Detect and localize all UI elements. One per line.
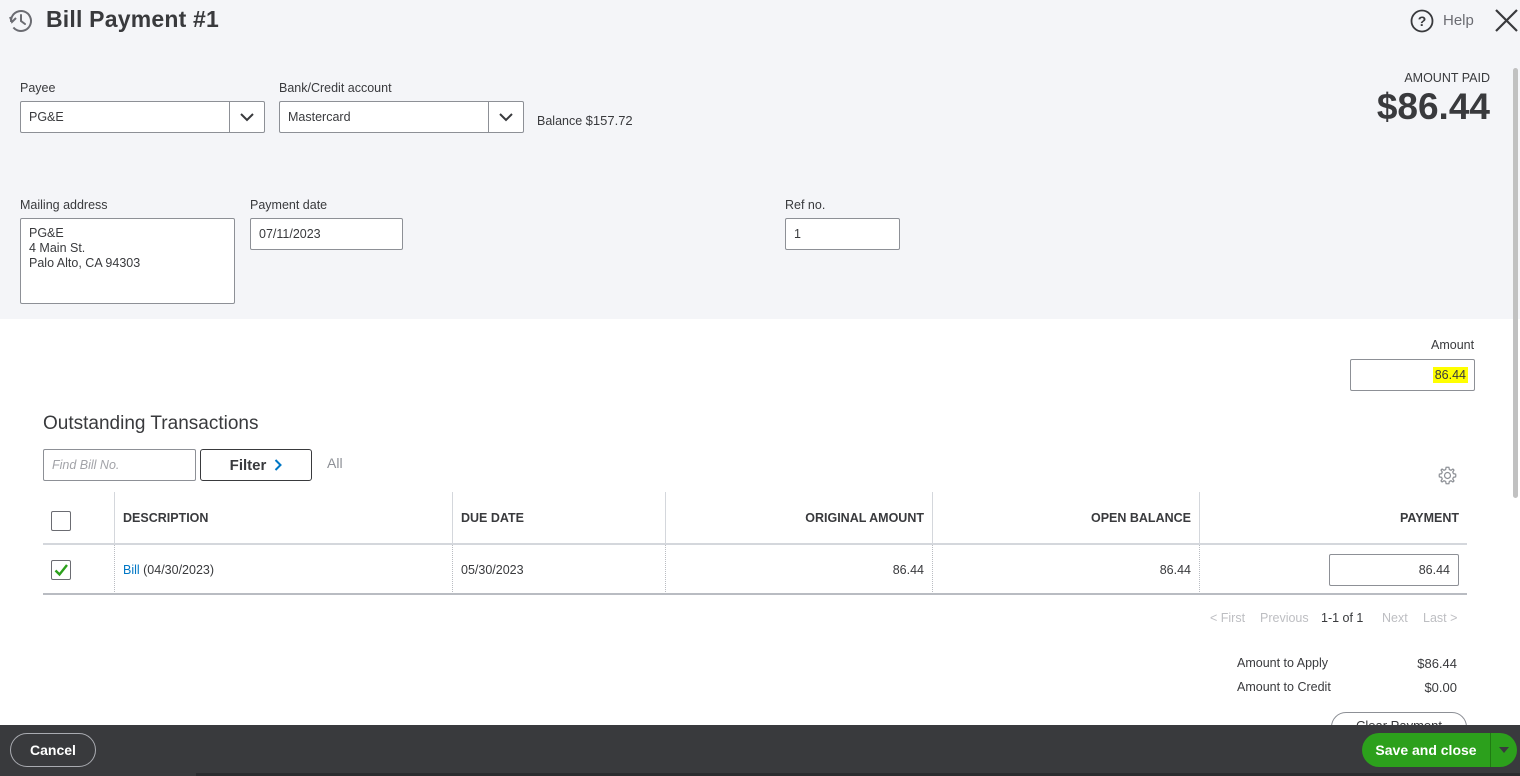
save-options-dropdown[interactable] bbox=[1491, 747, 1517, 753]
question-circle-icon[interactable]: ? bbox=[1410, 9, 1434, 33]
gear-icon[interactable] bbox=[1437, 465, 1458, 486]
amount-label: Amount bbox=[1431, 338, 1475, 352]
ref-no-label: Ref no. bbox=[785, 198, 826, 212]
column-divider bbox=[665, 492, 666, 545]
column-header-original-amount[interactable]: ORIGINAL AMOUNT bbox=[805, 492, 924, 544]
pager-range: 1-1 of 1 bbox=[1321, 611, 1364, 625]
column-header-payment[interactable]: PAYMENT bbox=[1400, 492, 1459, 544]
close-icon[interactable] bbox=[1493, 7, 1520, 34]
chevron-down-icon bbox=[499, 112, 513, 121]
balance-label: Balance bbox=[537, 114, 583, 128]
payee-dropdown-button[interactable] bbox=[229, 101, 265, 133]
amount-input[interactable]: 86.44 bbox=[1350, 359, 1475, 391]
chevron-down-icon bbox=[240, 112, 254, 121]
column-divider bbox=[665, 545, 666, 594]
save-and-close-label: Save and close bbox=[1375, 742, 1477, 758]
chevron-right-icon bbox=[275, 459, 283, 471]
column-divider bbox=[932, 492, 933, 545]
footer-bar bbox=[0, 725, 1520, 776]
address-line: PG&E bbox=[29, 226, 64, 240]
page-header: Bill Payment #1 ? Help bbox=[0, 0, 1520, 44]
outstanding-transactions-title: Outstanding Transactions bbox=[43, 413, 259, 434]
bank-account-dropdown-button[interactable] bbox=[488, 101, 524, 133]
checkmark-icon bbox=[54, 564, 68, 577]
payee-label: Payee bbox=[20, 81, 56, 95]
payment-date-label: Payment date bbox=[250, 198, 328, 212]
column-divider bbox=[452, 492, 453, 545]
ref-no-input[interactable]: 1 bbox=[785, 218, 900, 250]
mailing-address-label: Mailing address bbox=[20, 198, 108, 212]
row-checkbox[interactable] bbox=[51, 560, 71, 580]
column-divider bbox=[1199, 545, 1200, 594]
pager-last[interactable]: Last > bbox=[1423, 611, 1457, 625]
caret-down-icon bbox=[1499, 747, 1509, 753]
column-header-open-balance[interactable]: OPEN BALANCE bbox=[1091, 492, 1191, 544]
bank-account-input[interactable]: Mastercard bbox=[279, 101, 489, 133]
page-title: Bill Payment #1 bbox=[46, 6, 220, 32]
payment-input[interactable]: 86.44 bbox=[1329, 554, 1459, 586]
transactions-table-header: DESCRIPTION DUE DATE ORIGINAL AMOUNT OPE… bbox=[43, 492, 1467, 545]
find-bill-input[interactable]: Find Bill No. bbox=[43, 449, 196, 481]
payment-date-input[interactable]: 07/11/2023 bbox=[250, 218, 403, 250]
history-icon[interactable] bbox=[8, 8, 34, 34]
column-divider bbox=[452, 545, 453, 594]
account-balance: Balance $157.72 bbox=[537, 113, 633, 128]
row-due-date: 05/30/2023 bbox=[461, 563, 524, 577]
cancel-button[interactable]: Cancel bbox=[10, 733, 96, 767]
table-row[interactable]: Bill (04/30/2023) 05/30/2023 86.44 86.44 bbox=[43, 545, 1467, 595]
help-link[interactable]: Help bbox=[1443, 12, 1474, 29]
bill-link[interactable]: Bill bbox=[123, 563, 140, 577]
row-original-amount: 86.44 bbox=[892, 563, 924, 577]
select-all-checkbox[interactable] bbox=[51, 511, 71, 531]
pager-next[interactable]: Next bbox=[1382, 611, 1408, 625]
column-divider bbox=[114, 545, 115, 594]
amount-value: 86.44 bbox=[1432, 367, 1468, 383]
payee-input[interactable]: PG&E bbox=[20, 101, 230, 133]
pager-previous[interactable]: Previous bbox=[1260, 611, 1309, 625]
row-open-balance: 86.44 bbox=[1159, 563, 1191, 577]
column-divider bbox=[932, 545, 933, 594]
amount-paid-label: AMOUNT PAID bbox=[1404, 71, 1490, 85]
amount-to-apply-label: Amount to Apply bbox=[1237, 656, 1329, 670]
pager-first[interactable]: < First bbox=[1210, 611, 1245, 625]
filter-button[interactable]: Filter bbox=[200, 449, 312, 481]
bank-account-label: Bank/Credit account bbox=[279, 81, 392, 95]
column-divider bbox=[114, 492, 115, 545]
save-and-close-button[interactable]: Save and close bbox=[1362, 733, 1517, 767]
bill-date: (04/30/2023) bbox=[139, 563, 215, 577]
scrollbar[interactable] bbox=[1513, 68, 1518, 498]
row-description: Bill (04/30/2023) bbox=[123, 545, 214, 595]
address-line: 4 Main St. bbox=[29, 241, 86, 255]
balance-value: $157.72 bbox=[585, 113, 633, 128]
amount-to-apply-value: $86.44 bbox=[1417, 656, 1457, 671]
mailing-address-field[interactable]: PG&E 4 Main St. Palo Alto, CA 94303 bbox=[20, 218, 235, 304]
amount-to-credit-value: $0.00 bbox=[1424, 680, 1457, 695]
address-line: Palo Alto, CA 94303 bbox=[29, 256, 141, 270]
column-header-due-date[interactable]: DUE DATE bbox=[461, 492, 524, 544]
column-divider bbox=[1199, 492, 1200, 545]
filter-scope-label: All bbox=[327, 455, 343, 471]
amount-paid-value: $86.44 bbox=[1376, 86, 1490, 127]
column-header-description[interactable]: DESCRIPTION bbox=[123, 492, 208, 544]
amount-to-credit-label: Amount to Credit bbox=[1237, 680, 1331, 694]
svg-text:?: ? bbox=[1418, 13, 1427, 29]
filter-label: Filter bbox=[229, 456, 267, 474]
